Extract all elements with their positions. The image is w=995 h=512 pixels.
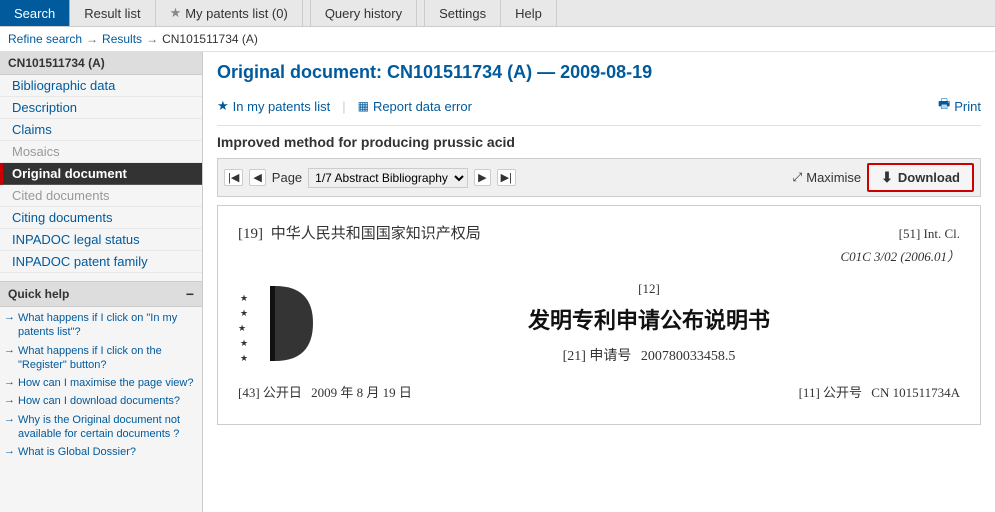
action-bar: ★ In my patents list | ▦ Report data err… <box>217 91 981 126</box>
appno-line: [21] 申请号 200780033458.5 <box>338 345 960 365</box>
svg-text:★: ★ <box>238 323 246 333</box>
nav-result-list[interactable]: Result list <box>70 0 155 26</box>
nav-query-history[interactable]: Query history <box>311 0 417 26</box>
sidebar-item-inpadoc-family[interactable]: INPADOC patent family <box>0 251 202 273</box>
quick-help-link-6[interactable]: → What is Global Dossier? <box>4 445 198 459</box>
maximise-icon: ⤢ <box>793 170 803 185</box>
nav-separator <box>303 0 311 26</box>
download-button[interactable]: ⬇ Download <box>867 163 974 192</box>
nav-separator2 <box>417 0 425 26</box>
prev-page-btn[interactable]: ◀ <box>249 169 265 186</box>
nav-my-patents[interactable]: ★ My patents list (0) <box>156 0 303 26</box>
pub-no-section: [11] 公开号 CN 101511734A <box>799 382 960 401</box>
sidebar-item-claims[interactable]: Claims <box>0 119 202 141</box>
appno-number: [21] 申请号 <box>563 349 632 364</box>
nav-help[interactable]: Help <box>501 0 557 26</box>
page-title: Original document: CN101511734 (A) — 200… <box>217 62 981 83</box>
doc-subtitle: Improved method for producing prussic ac… <box>217 134 981 150</box>
quick-help-minimize-btn[interactable]: − <box>186 286 194 302</box>
quick-help-link-4[interactable]: → How can I download documents? <box>4 394 198 408</box>
sidebar-item-bibliographic[interactable]: Bibliographic data <box>0 75 202 97</box>
results-link[interactable]: Results <box>102 32 142 46</box>
doc-intcl: [51] Int. Cl. C01C 3/02 (2006.01） <box>840 222 960 269</box>
top-nav: Search Result list ★ My patents list (0)… <box>0 0 995 27</box>
sidebar-item-mosaics: Mosaics <box>0 141 202 163</box>
breadcrumb: Refine search → Results → CN101511734 (A… <box>0 27 995 52</box>
svg-text:★: ★ <box>240 293 248 303</box>
breadcrumb-arrow1: → <box>86 32 98 46</box>
report-error-btn[interactable]: ▦ Report data error <box>358 99 472 114</box>
maximise-btn[interactable]: ⤢ Maximise <box>793 170 862 185</box>
next-page-btn[interactable]: ▶ <box>474 169 490 186</box>
pub-type-number: [12] <box>638 281 660 296</box>
download-icon: ⬇ <box>881 169 893 186</box>
sidebar-item-cited-documents: Cited documents <box>0 185 202 207</box>
quick-help-header: Quick help − <box>0 282 202 307</box>
pubdate-value: 2009 年 8 月 19 日 <box>311 385 412 400</box>
quick-help-section: Quick help − → What happens if I click o… <box>0 281 202 468</box>
report-icon: ▦ <box>358 99 369 113</box>
breadcrumb-current: CN101511734 (A) <box>162 32 258 46</box>
pubno-number: [11] 公开号 <box>799 385 862 400</box>
pubno-value: CN 101511734A <box>871 385 960 400</box>
svg-text:★: ★ <box>240 308 248 318</box>
doc-main-row: ★ ★ ★ ★ ★ [12] 发明 <box>238 281 960 366</box>
arrow-icon-4: → <box>4 394 15 406</box>
quick-help-links: → What happens if I click on "In my pate… <box>0 307 202 468</box>
last-page-btn[interactable]: ▶| <box>497 169 516 186</box>
print-btn[interactable]: 🖶 Print <box>938 95 981 117</box>
refine-search-link[interactable]: Refine search <box>8 32 82 46</box>
org-number: [19] <box>238 226 263 242</box>
org-name: 中华人民共和国国家知识产权局 <box>271 226 481 242</box>
patent-logo: ★ ★ ★ ★ ★ <box>238 281 318 366</box>
appno-value: 200780033458.5 <box>641 349 736 364</box>
sidebar-item-inpadoc-legal[interactable]: INPADOC legal status <box>0 229 202 251</box>
sidebar-section-title: CN101511734 (A) <box>0 52 202 75</box>
sidebar: CN101511734 (A) Bibliographic data Descr… <box>0 52 203 512</box>
arrow-icon-1: → <box>4 311 15 323</box>
doc-center: [12] 发明专利申请公布说明书 [21] 申请号 200780033458.5 <box>338 281 960 365</box>
doc-header-row: [19] 中华人民共和国国家知识产权局 [51] Int. Cl. C01C 3… <box>238 222 960 269</box>
arrow-icon-3: → <box>4 376 15 388</box>
pub-type-title: 发明专利申请公布说明书 <box>338 303 960 335</box>
doc-preview: [19] 中华人民共和国国家知识产权局 [51] Int. Cl. C01C 3… <box>217 205 981 425</box>
quick-help-link-2[interactable]: → What happens if I click on the "Regist… <box>4 344 198 373</box>
print-icon: 🖶 <box>938 95 950 117</box>
page-label: Page <box>272 170 302 185</box>
star-icon: ★ <box>170 5 182 21</box>
intcl-number: [51] Int. Cl. <box>840 222 960 245</box>
quick-help-link-3[interactable]: → How can I maximise the page view? <box>4 376 198 390</box>
svg-text:★: ★ <box>240 338 248 348</box>
quick-help-link-1[interactable]: → What happens if I click on "In my pate… <box>4 311 198 340</box>
in-my-patents-btn[interactable]: ★ In my patents list <box>217 98 330 114</box>
content-area: Original document: CN101511734 (A) — 200… <box>203 52 995 512</box>
quick-help-link-5[interactable]: → Why is the Original document not avail… <box>4 413 198 442</box>
nav-search[interactable]: Search <box>0 0 70 26</box>
svg-text:★: ★ <box>240 353 248 363</box>
pub-type-line: [12] <box>338 281 960 297</box>
first-page-btn[interactable]: |◀ <box>224 169 243 186</box>
star-filled-icon: ★ <box>217 98 229 114</box>
action-sep: | <box>342 99 345 114</box>
page-select[interactable]: 1/7 Abstract Bibliography 2/7 3/7 4/7 5/… <box>308 168 468 188</box>
doc-org: [19] 中华人民共和国国家知识产权局 <box>238 222 481 243</box>
pubdate-number: [43] 公开日 <box>238 385 302 400</box>
arrow-icon-5: → <box>4 413 15 425</box>
breadcrumb-arrow2: → <box>146 32 158 46</box>
patent-logo-svg: ★ ★ ★ ★ ★ <box>238 281 318 366</box>
arrow-icon-6: → <box>4 445 15 457</box>
pub-date-section: [43] 公开日 2009 年 8 月 19 日 <box>238 382 412 401</box>
sidebar-item-original-document[interactable]: Original document <box>0 163 202 185</box>
arrow-icon-2: → <box>4 344 15 356</box>
page-nav-bar: |◀ ◀ Page 1/7 Abstract Bibliography 2/7 … <box>217 158 981 197</box>
doc-footer-row: [43] 公开日 2009 年 8 月 19 日 [11] 公开号 CN 101… <box>238 382 960 401</box>
sidebar-item-description[interactable]: Description <box>0 97 202 119</box>
nav-settings[interactable]: Settings <box>425 0 501 26</box>
intcl-code: C01C 3/02 (2006.01） <box>840 245 960 268</box>
sidebar-item-citing-documents[interactable]: Citing documents <box>0 207 202 229</box>
quick-help-title: Quick help <box>8 287 69 301</box>
